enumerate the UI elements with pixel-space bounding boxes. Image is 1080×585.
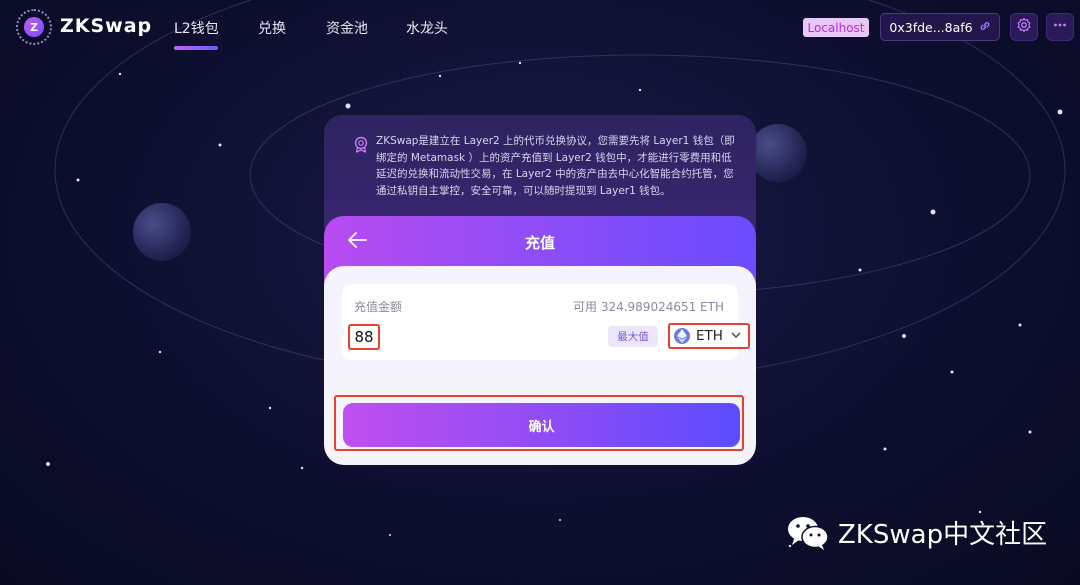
zkswap-logo[interactable]: Z <box>16 9 52 45</box>
available-balance: 可用 324.989024651 ETH <box>573 300 724 314</box>
max-button[interactable]: 最大值 <box>608 326 658 347</box>
more-button[interactable] <box>1046 13 1074 41</box>
token-symbol: ETH <box>696 328 723 344</box>
confirm-highlight: 确认 <box>334 395 744 451</box>
info-text: ZKSwap是建立在 Layer2 上的代币兑换协议，您需要先将 Layer1 … <box>376 135 735 197</box>
wallet-address-button[interactable]: 0x3fde...8af6 <box>880 13 1000 41</box>
brand-name: ZKSwap <box>60 15 153 37</box>
wallet-address: 0x3fde...8af6 <box>889 19 973 35</box>
amount-label: 充值金额 <box>354 300 403 314</box>
amount-input[interactable] <box>348 324 380 350</box>
amount-box: 充值金额 可用 324.989024651 ETH 最大值 ETH <box>342 284 750 360</box>
deposit-card: 充值 充值金额 可用 324.989024651 ETH 最大值 ETH 确认 <box>324 216 756 465</box>
confirm-button[interactable]: 确认 <box>343 403 740 447</box>
logo-mark: Z <box>24 17 44 37</box>
chevron-down-icon <box>731 331 741 342</box>
more-icon <box>1052 17 1068 37</box>
watermark: ZKSwap中文社区 <box>786 514 1047 551</box>
deposit-form: 充值金额 可用 324.989024651 ETH 最大值 ETH 确认 <box>324 266 756 465</box>
settings-button[interactable] <box>1010 13 1038 41</box>
nav-faucet[interactable]: 水龙头 <box>406 18 448 38</box>
link-icon <box>979 20 991 35</box>
nav-l2-wallet[interactable]: L2钱包 <box>174 18 219 38</box>
nav-pool[interactable]: 资金池 <box>326 18 368 38</box>
card-title: 充值 <box>524 234 555 252</box>
eth-icon <box>674 328 690 344</box>
watermark-text: ZKSwap中文社区 <box>838 520 1048 550</box>
top-header: Z ZKSwap L2钱包 兑换 资金池 水龙头 Localhost 0x3fd… <box>0 0 1080 56</box>
network-badge[interactable]: Localhost <box>803 18 869 37</box>
badge-icon <box>352 135 370 153</box>
gear-icon <box>1016 17 1032 37</box>
nav-active-indicator <box>174 46 218 50</box>
token-select[interactable]: ETH <box>668 323 750 349</box>
wechat-icon <box>786 515 830 551</box>
nav-swap[interactable]: 兑换 <box>258 18 286 38</box>
